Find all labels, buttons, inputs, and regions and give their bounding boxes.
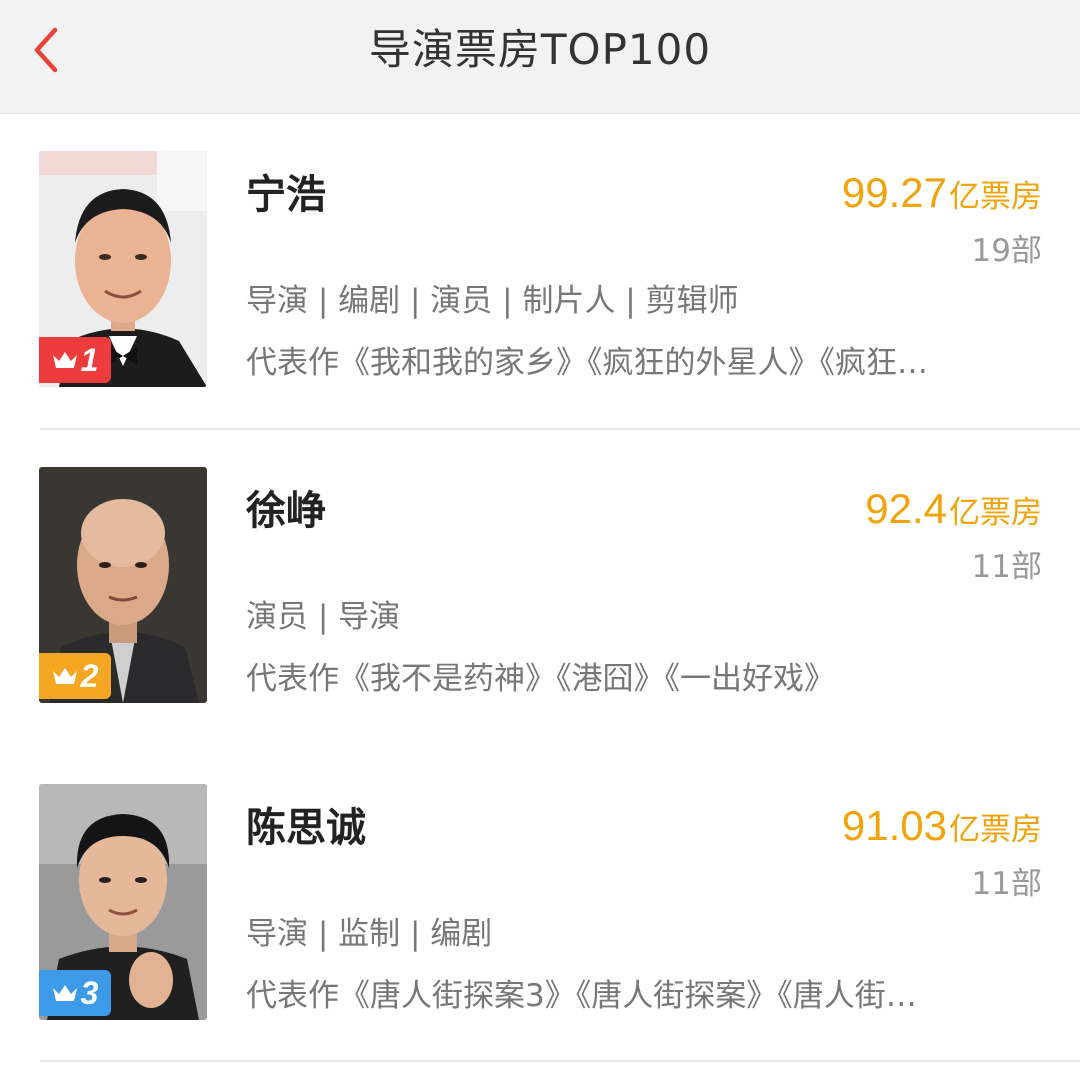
director-name: 陈思诚 — [246, 805, 366, 851]
box-office-unit: 亿票房 — [949, 495, 1042, 531]
box-office-unit: 亿票房 — [949, 179, 1042, 215]
representative-works: 代表作《唐人街探案3》《唐人街探案》《唐人街… — [246, 978, 917, 1014]
works-count: 19部 — [971, 233, 1042, 269]
works-count: 11部 — [971, 549, 1042, 585]
director-name: 徐峥 — [246, 488, 326, 534]
box-office: 99.27 亿票房 — [842, 167, 1042, 223]
director-photo: 3 — [39, 784, 207, 1020]
box-office-value: 99.27 — [841, 169, 947, 216]
crown-icon — [52, 668, 77, 684]
rank-number: 3 — [80, 974, 99, 1011]
rank-badge: 3 — [39, 970, 111, 1016]
director-roles: 导演 | 编剧 | 演员 | 制片人 | 剪辑师 — [246, 283, 739, 319]
rank-badge: 2 — [39, 653, 111, 699]
director-photo: 1 — [39, 151, 207, 387]
box-office: 91.03 亿票房 — [842, 800, 1042, 856]
director-list-item[interactable]: 2 徐峥 92.4 亿票房 11部 演员 | 导演 代表作《我不是药神》《港囧》… — [0, 431, 1080, 1062]
page-title: 导演票房TOP100 — [368, 25, 712, 74]
director-roles: 导演 | 监制 | 编剧 — [246, 916, 493, 952]
director-roles: 演员 | 导演 — [246, 599, 401, 635]
director-list-item[interactable]: 3 陈思诚 91.03 亿票房 11部 导演 | 监制 | 编剧 代表作《唐人街… — [0, 748, 1080, 1066]
representative-works: 代表作《我和我的家乡》《疯狂的外星人》《疯狂… — [246, 345, 928, 381]
rank-number: 1 — [80, 341, 99, 378]
director-name: 宁浩 — [246, 172, 326, 218]
works-count: 11部 — [971, 866, 1042, 902]
director-list-item[interactable]: 1 宁浩 99.27 亿票房 19部 导演 | 编剧 | 演员 | 制片人 | … — [0, 115, 1080, 433]
divider — [40, 428, 1080, 430]
box-office: 92.4 亿票房 — [865, 483, 1042, 539]
crown-icon — [52, 985, 77, 1001]
navbar: 导演票房TOP100 — [0, 0, 1080, 114]
rank-badge: 1 — [39, 337, 111, 383]
box-office-value: 92.4 — [865, 485, 947, 532]
rank-number: 2 — [80, 657, 99, 694]
director-photo: 2 — [39, 467, 207, 703]
box-office-unit: 亿票房 — [949, 812, 1042, 848]
box-office-value: 91.03 — [841, 802, 947, 849]
representative-works: 代表作《我不是药神》《港囧》《一出好戏》 — [246, 661, 835, 697]
crown-icon — [52, 352, 77, 368]
